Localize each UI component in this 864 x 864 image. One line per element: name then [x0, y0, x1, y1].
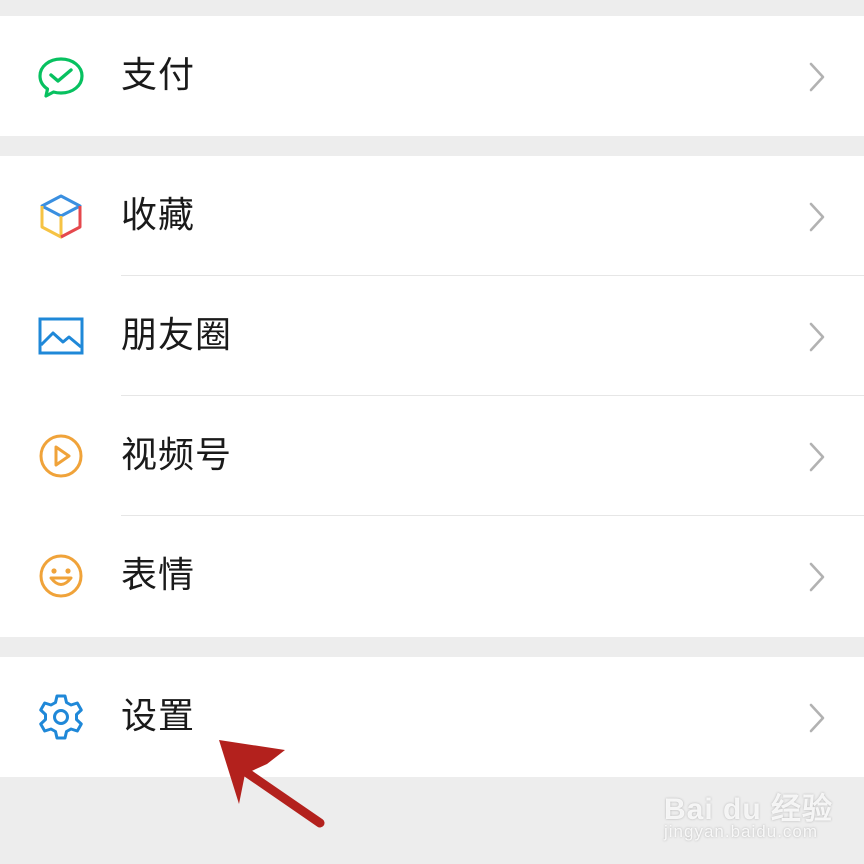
chevron-right-icon: [806, 701, 828, 735]
favorites-cube-icon: [36, 191, 86, 241]
annotation-arrow-icon: [205, 730, 340, 840]
menu-group-pay: 支付: [0, 16, 864, 136]
menu-item-favorites[interactable]: 收藏: [0, 156, 864, 276]
menu-item-label: 设置: [121, 696, 196, 737]
baidu-jingyan-watermark: Bai du 经验 jingyan.baidu.com: [660, 770, 860, 850]
wechat-pay-icon: [36, 51, 86, 101]
moments-picture-icon: [36, 311, 86, 361]
menu-item-stickers[interactable]: 表情: [0, 516, 864, 636]
menu-group-settings: 设置: [0, 657, 864, 777]
menu-item-moments[interactable]: 朋友圈: [0, 276, 864, 396]
menu-item-channels[interactable]: 视频号: [0, 396, 864, 516]
menu-item-pay[interactable]: 支付: [0, 16, 864, 136]
menu-item-label: 朋友圈: [121, 315, 233, 356]
menu-item-settings[interactable]: 设置: [0, 657, 864, 777]
menu-item-label: 收藏: [121, 195, 196, 236]
chevron-right-icon: [806, 60, 828, 94]
menu-group-main: 收藏 朋友圈 视频号 表情: [0, 156, 864, 637]
chevron-right-icon: [806, 560, 828, 594]
chevron-right-icon: [806, 200, 828, 234]
chevron-right-icon: [806, 320, 828, 354]
menu-item-label: 视频号: [121, 435, 233, 476]
watermark-url: jingyan.baidu.com: [664, 822, 819, 841]
sticker-smiley-icon: [36, 551, 86, 601]
channels-play-icon: [36, 431, 86, 481]
menu-item-label: 支付: [121, 55, 196, 96]
settings-gear-icon: [36, 692, 86, 742]
chevron-right-icon: [806, 440, 828, 474]
menu-item-label: 表情: [121, 555, 196, 596]
